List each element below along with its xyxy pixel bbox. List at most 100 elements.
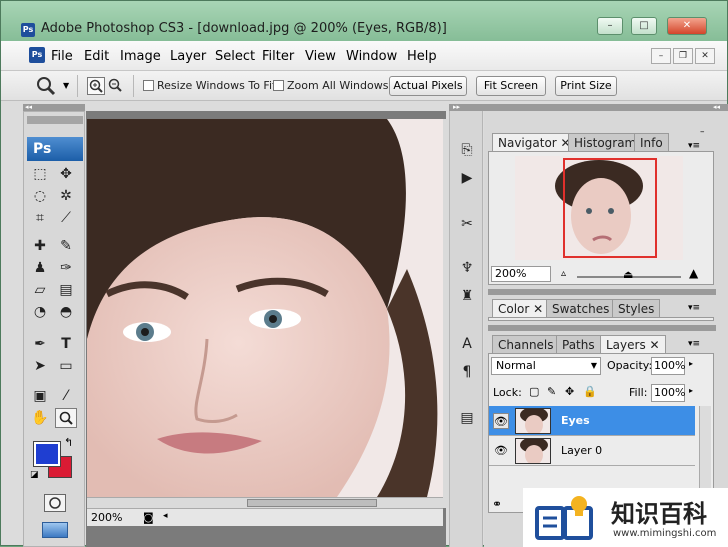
actions-panel-icon[interactable]: ▶ [456, 167, 478, 189]
history-panel-icon[interactable]: ⎘ [456, 139, 478, 161]
screen-mode-icon[interactable] [42, 522, 68, 538]
zoom-in-icon[interactable] [87, 77, 105, 95]
visibility-eye-icon[interactable]: 👁 [493, 413, 509, 429]
pen-tool-icon[interactable]: ✒ [29, 334, 51, 354]
tab-layers[interactable]: Layers ✕ [600, 335, 666, 353]
zoom-tool-preset-icon[interactable] [35, 75, 57, 97]
swap-colors-icon[interactable]: ↰ [64, 436, 73, 449]
layer-comps-panel-icon[interactable]: ▤ [456, 407, 478, 429]
notes-tool-icon[interactable]: ▣ [29, 386, 51, 406]
lasso-tool-icon[interactable]: ◌ [29, 186, 51, 206]
zoom-out-icon[interactable] [107, 77, 125, 95]
clone-stamp-tool-icon[interactable]: ♟ [29, 258, 51, 278]
collapse-left-icon[interactable]: ◂◂ [25, 103, 32, 111]
menu-filter[interactable]: Filter [262, 49, 294, 64]
quick-mask-icon[interactable] [44, 494, 66, 512]
brush-tool-icon[interactable]: ✎ [55, 236, 77, 256]
eraser-tool-icon[interactable]: ▱ [29, 280, 51, 300]
minimize-button[interactable]: – [597, 17, 623, 35]
navigator-thumbnail[interactable] [515, 156, 683, 260]
zoom-all-windows-checkbox[interactable] [273, 80, 284, 91]
brushes-panel-icon[interactable]: ♆ [456, 257, 478, 279]
menu-select[interactable]: Select [215, 49, 255, 64]
history-brush-tool-icon[interactable]: ✑ [55, 258, 77, 278]
layers-panel-menu-icon[interactable]: ▾≡ [688, 339, 700, 349]
blend-mode-select[interactable]: Normal ▼ [491, 357, 601, 375]
crop-tool-icon[interactable]: ⌗ [29, 208, 51, 228]
tab-info[interactable]: Info [634, 133, 669, 151]
actual-pixels-button[interactable]: Actual Pixels [389, 76, 467, 96]
blur-tool-icon[interactable]: ◔ [29, 302, 51, 322]
panel-group-header[interactable] [488, 289, 716, 295]
navigator-zoom-field[interactable]: 200% [491, 266, 551, 282]
expand-dock-icon[interactable]: ▸▸ [453, 103, 460, 111]
path-selection-tool-icon[interactable]: ➤ [29, 356, 51, 376]
document-icon[interactable]: Ps [29, 47, 45, 63]
layer-row-layer0[interactable]: 👁 Layer 0 [489, 436, 695, 466]
zoom-tool-icon[interactable] [55, 408, 77, 428]
scrollbar-thumb[interactable] [247, 499, 377, 507]
tool-presets-panel-icon[interactable]: ✂ [456, 213, 478, 235]
tab-histogram[interactable]: Histogram [568, 133, 643, 151]
fill-slider-icon[interactable]: ▸ [689, 386, 693, 395]
tab-swatches[interactable]: Swatches [546, 299, 616, 317]
paragraph-panel-icon[interactable]: ¶ [456, 361, 478, 383]
color-panel-menu-icon[interactable]: ▾≡ [688, 303, 700, 313]
fit-screen-button[interactable]: Fit Screen [476, 76, 546, 96]
zoom-in-large-icon[interactable]: ▲ [689, 266, 698, 280]
tab-paths[interactable]: Paths [556, 335, 601, 353]
lock-all-icon[interactable]: 🔒 [583, 385, 597, 398]
eyedropper-tool-icon[interactable]: ⁄ [55, 386, 77, 406]
doc-close-button[interactable]: ✕ [695, 48, 715, 64]
horizontal-scrollbar[interactable] [87, 497, 443, 508]
view-proxy-box[interactable] [563, 158, 657, 258]
zoom-slider-thumb[interactable]: ⏏ [623, 268, 633, 281]
preset-dropdown-icon[interactable]: ▼ [63, 81, 69, 90]
zoom-out-small-icon[interactable]: ▵ [561, 268, 566, 279]
close-tab-icon[interactable]: ✕ [650, 338, 660, 352]
tab-styles[interactable]: Styles [612, 299, 661, 317]
menu-layer[interactable]: Layer [170, 49, 206, 64]
clone-source-panel-icon[interactable]: ♜ [456, 285, 478, 307]
print-size-button[interactable]: Print Size [555, 76, 617, 96]
menu-image[interactable]: Image [120, 49, 161, 64]
type-tool-icon[interactable]: T [55, 334, 77, 354]
marquee-tool-icon[interactable]: ⬚ [29, 164, 51, 184]
scroll-left-icon[interactable]: ◂ [163, 511, 168, 521]
maximize-button[interactable]: □ [631, 17, 657, 35]
shape-tool-icon[interactable]: ▭ [55, 356, 77, 376]
foreground-color-swatch[interactable] [33, 441, 61, 467]
panel-menu-icon[interactable]: ▾≡ [688, 141, 700, 151]
link-layers-icon[interactable]: ⚭ [492, 497, 502, 511]
menu-file[interactable]: File [51, 49, 73, 64]
dodge-tool-icon[interactable]: ◓ [55, 302, 77, 322]
gradient-tool-icon[interactable]: ▤ [55, 280, 77, 300]
toolbox-grip[interactable] [27, 116, 83, 124]
healing-brush-tool-icon[interactable]: ✚ [29, 236, 51, 256]
image-canvas[interactable] [87, 119, 443, 497]
opacity-field[interactable]: 100% [651, 357, 685, 375]
layer-row-eyes[interactable]: 👁 Eyes [489, 406, 695, 436]
toolbox-header[interactable] [23, 104, 85, 111]
collapse-right-icon[interactable]: ◂◂ [713, 103, 720, 111]
fill-field[interactable]: 100% [651, 384, 685, 402]
close-tab-icon[interactable]: ✕ [533, 302, 543, 316]
zoom-level[interactable]: 200% [91, 511, 122, 524]
hand-tool-icon[interactable]: ✋ [29, 408, 51, 428]
doc-restore-button[interactable]: ❐ [673, 48, 693, 64]
default-colors-icon[interactable]: ◪ [30, 470, 39, 480]
panel-dock-header[interactable] [449, 104, 728, 111]
tab-navigator[interactable]: Navigator ✕ [492, 133, 577, 151]
panel-minimize-icon[interactable]: – [700, 127, 705, 137]
character-panel-icon[interactable]: A [456, 333, 478, 355]
lock-image-icon[interactable]: ✎ [547, 385, 556, 398]
move-tool-icon[interactable]: ✥ [55, 164, 77, 184]
slice-tool-icon[interactable]: ⟋ [55, 208, 77, 228]
menu-edit[interactable]: Edit [84, 49, 109, 64]
menu-view[interactable]: View [305, 49, 336, 64]
lock-transparent-icon[interactable]: ▢ [529, 385, 539, 398]
opacity-slider-icon[interactable]: ▸ [689, 359, 693, 368]
doc-minimize-button[interactable]: – [651, 48, 671, 64]
lock-position-icon[interactable]: ✥ [565, 385, 574, 398]
menu-help[interactable]: Help [407, 49, 437, 64]
